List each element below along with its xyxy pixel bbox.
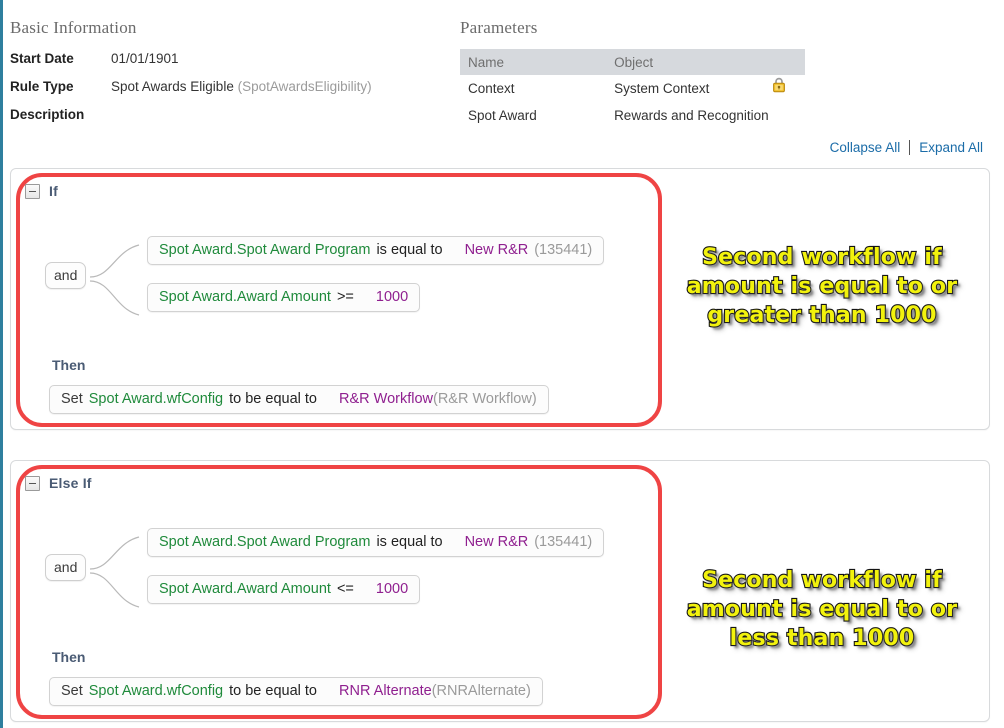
action-value-id: (R&R Workflow) (433, 391, 537, 407)
condition-value-id: (135441) (534, 242, 593, 258)
action-keyword: Set (61, 391, 83, 407)
minus-square-icon[interactable] (25, 475, 40, 491)
condition-pill[interactable]: Spot Award.Spot Award Program is equal to… (147, 528, 605, 557)
condition-field: Spot Award.Award Amount (159, 289, 331, 305)
rule-header-else-if: Else If (25, 475, 92, 491)
condition-value: 1000 (375, 581, 409, 597)
lock-icon (772, 77, 785, 93)
action-pill[interactable]: Set Spot Award.wfConfig to be equal to RNR … (49, 677, 543, 706)
basic-information-section: Basic Information Start Date 01/01/1901 … (10, 18, 450, 135)
rule-toolbar: Collapse All Expand All (821, 140, 992, 155)
basic-information-title: Basic Information (10, 18, 137, 37)
action-pill[interactable]: Set Spot Award.wfConfig to be equal to R&R … (49, 385, 549, 414)
parameter-object-text: System Context (614, 81, 710, 96)
rule-type-label: Rule Type (10, 79, 74, 94)
parameters-title: Parameters (460, 18, 538, 37)
condition-field: Spot Award.Award Amount (159, 581, 331, 597)
parameters-table: Name Object Context System Context Spot … (460, 49, 805, 129)
rule-head-label: Else If (49, 475, 92, 491)
conditions-group: and Spot Award.Spot Award Program is equa… (11, 521, 661, 631)
start-date-label: Start Date (10, 51, 74, 66)
then-label: Then (52, 357, 86, 373)
annotation-text: Second workflow if amount is equal to or… (686, 567, 959, 652)
condition-value: 1000 (375, 289, 409, 305)
basic-info-row-description: Description (10, 107, 450, 135)
condition-pill[interactable]: Spot Award.Award Amount >= 1000 (147, 283, 421, 312)
condition-value-id: (135441) (534, 534, 593, 550)
condition-operator: <= (336, 581, 354, 597)
action-field: Spot Award.wfConfig (88, 683, 224, 699)
action-value-id: (RNRAlternate) (431, 683, 531, 699)
parameters-section: Parameters Name Object Context System Co… (460, 18, 810, 129)
annotation-text: Second workflow if amount is equal to or… (686, 244, 959, 329)
condition-value: New R&R (464, 242, 529, 258)
collapse-all-link[interactable]: Collapse All (821, 140, 910, 155)
table-row: Context System Context (460, 75, 805, 102)
condition-pill[interactable]: Spot Award.Award Amount <= 1000 (147, 575, 421, 604)
conditions-group: and Spot Award.Spot Award Program is equa… (11, 229, 661, 339)
then-label: Then (52, 649, 86, 665)
action-operator: to be equal to (229, 683, 317, 699)
logical-operator-and[interactable]: and (45, 554, 87, 581)
parameter-name-context: Context (468, 81, 515, 96)
action-keyword: Set (61, 683, 83, 699)
condition-pill[interactable]: Spot Award.Spot Award Program is equal to… (147, 236, 605, 265)
rule-detail-page: Basic Information Start Date 01/01/1901 … (0, 0, 1004, 728)
parameter-name-spot-award: Spot Award (468, 108, 537, 123)
header-area: Basic Information Start Date 01/01/1901 … (0, 0, 1004, 168)
action-operator: to be equal to (229, 391, 317, 407)
rule-header-if: If (25, 183, 58, 199)
condition-operator: >= (336, 289, 354, 305)
condition-value: New R&R (464, 534, 529, 550)
condition-field: Spot Award.Spot Award Program (159, 242, 371, 258)
action-field: Spot Award.wfConfig (88, 391, 224, 407)
parameters-header-row: Name Object (460, 49, 805, 75)
minus-square-icon[interactable] (25, 183, 40, 199)
start-date-value: 01/01/1901 (111, 51, 179, 66)
rule-head-label: If (49, 183, 58, 199)
start-date-text: 01/01/1901 (111, 51, 179, 66)
expand-all-link[interactable]: Expand All (910, 140, 992, 155)
basic-information-rows: Start Date 01/01/1901 Rule Type Spot Awa… (10, 51, 450, 135)
logical-operator-and[interactable]: and (45, 262, 87, 289)
basic-info-row-rule-type: Rule Type Spot Awards Eligible (SpotAwar… (10, 79, 450, 107)
rule-type-code: (SpotAwardsEligibility) (237, 79, 372, 94)
action-value: RNR Alternate (339, 683, 432, 699)
parameters-col-name: Name (460, 49, 607, 75)
parameter-object-spot-award: Rewards and Recognition (614, 108, 769, 123)
table-row: Spot Award Rewards and Recognition (460, 102, 805, 129)
rule-type-text: Spot Awards Eligible (111, 79, 234, 94)
parameters-col-object: Object (606, 49, 805, 75)
basic-info-row-start-date: Start Date 01/01/1901 (10, 51, 450, 79)
condition-field: Spot Award.Spot Award Program (159, 534, 371, 550)
action-value: R&R Workflow (339, 391, 433, 407)
rule-type-value: Spot Awards Eligible (SpotAwardsEligibil… (111, 79, 372, 94)
condition-operator: is equal to (376, 242, 443, 258)
condition-operator: is equal to (376, 534, 443, 550)
description-label: Description (10, 107, 85, 122)
parameter-object-context: System Context (606, 75, 805, 102)
